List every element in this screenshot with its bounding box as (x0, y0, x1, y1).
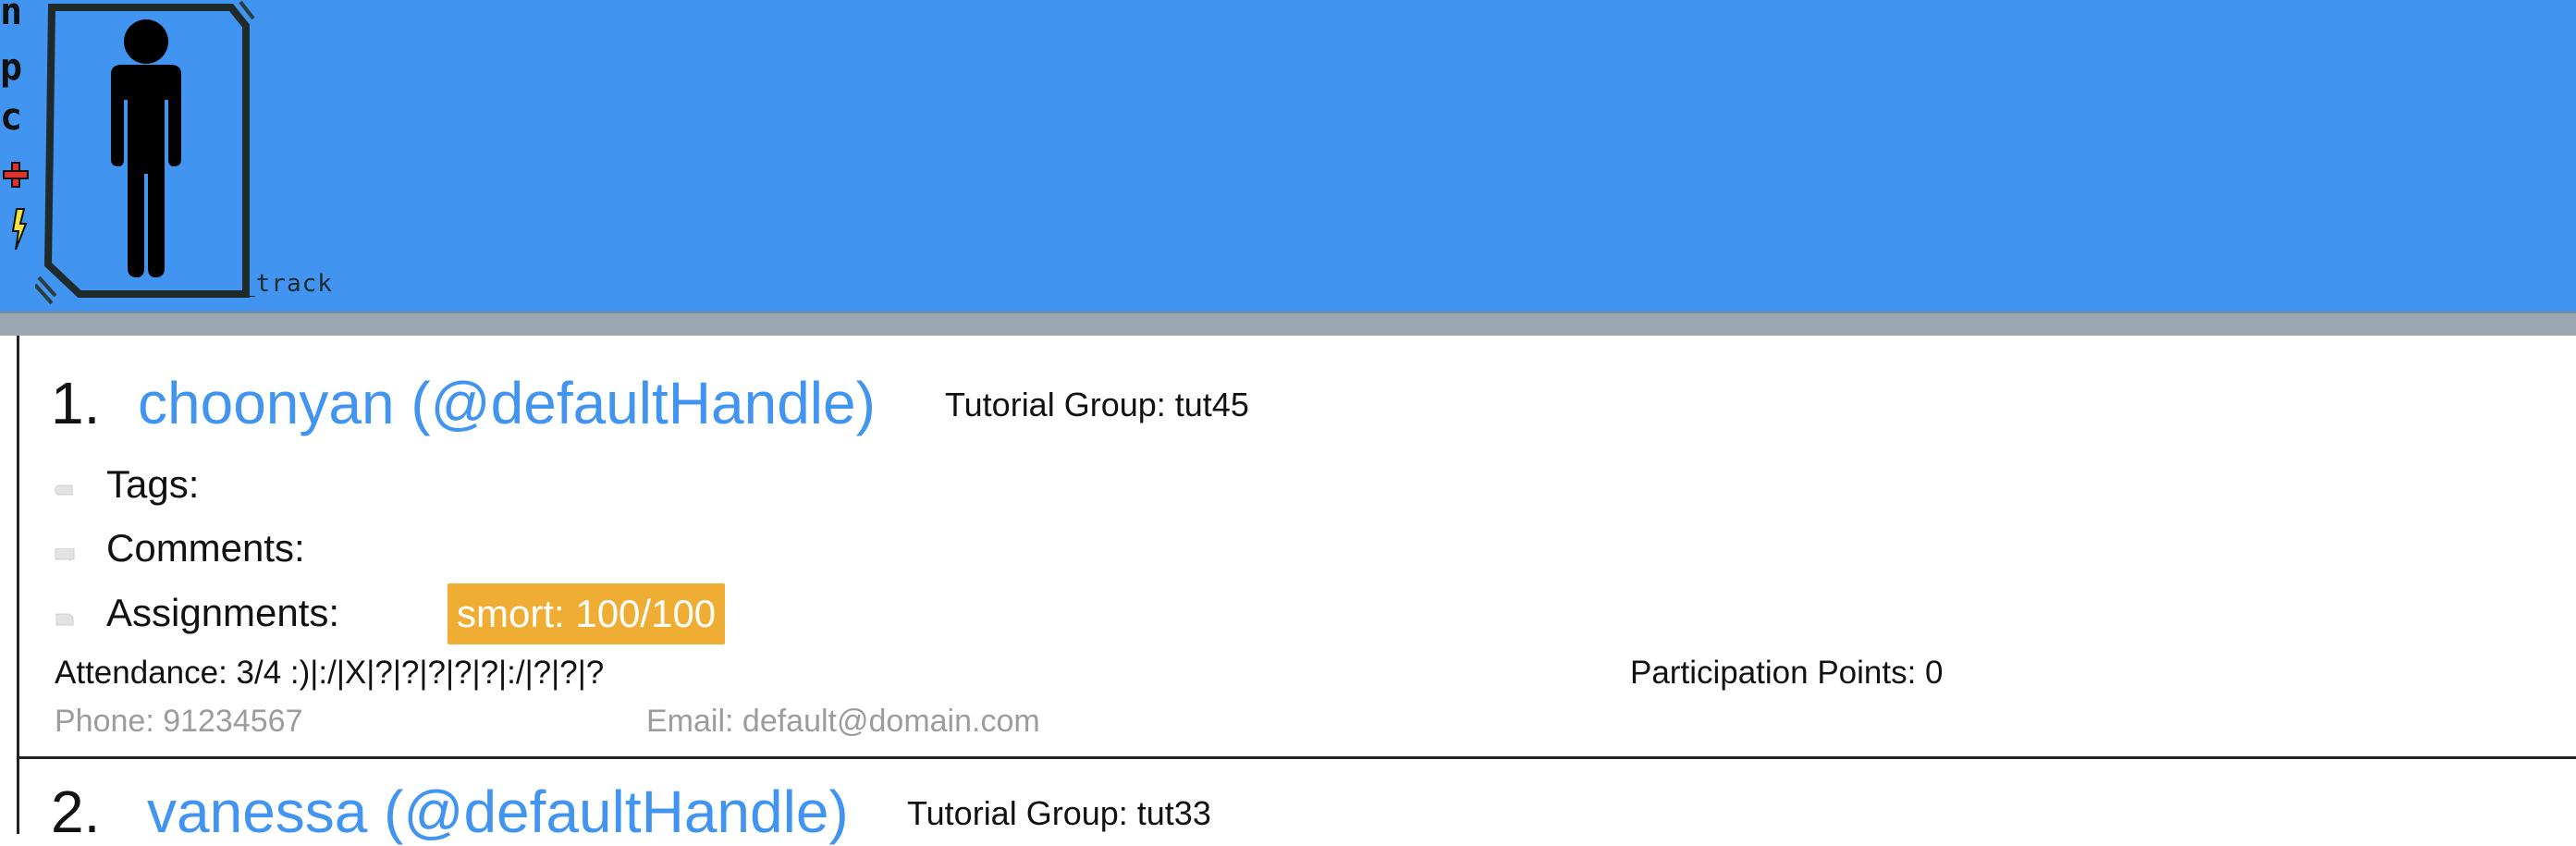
person-name: choonyan (@defaultHandle) (138, 370, 876, 436)
assignment-icon (55, 613, 74, 626)
tags-label: Tags: (106, 462, 200, 506)
lightning-icon (11, 208, 28, 251)
person-logo-icon (35, 0, 255, 305)
person-list[interactable]: 1. choonyan (@defaultHandle) Tutorial Gr… (17, 336, 2576, 845)
logo-letter-c: c (0, 96, 22, 139)
logo-letter-p: p (0, 46, 22, 89)
assignment-badge: smort: 100/100 (448, 583, 726, 644)
person-index: 2. (51, 779, 101, 845)
person-name: vanessa (@defaultHandle) (147, 779, 849, 845)
app-header: n p c _track (0, 0, 2576, 312)
assignments-label: Assignments: (106, 591, 340, 634)
participation-points: Participation Points: 0 (1630, 655, 1944, 691)
person-index: 1. (51, 370, 101, 436)
person-card[interactable]: 1. choonyan (@defaultHandle) Tutorial Gr… (19, 336, 2576, 759)
tutorial-group: Tutorial Group: tut33 (907, 794, 1211, 832)
phone-text: Phone: 91234567 (55, 704, 303, 739)
logo-track-text: _track (240, 270, 333, 298)
comments-label: Comments: (106, 526, 305, 570)
header-divider (0, 312, 2576, 336)
logo-letter-n: n (0, 0, 22, 33)
logo-letters: n p c (0, 0, 29, 251)
person-card[interactable]: 2. vanessa (@defaultHandle) Tutorial Gro… (19, 759, 2576, 845)
comment-icon (55, 548, 75, 561)
red-cross-icon (3, 162, 29, 188)
email-text: Email: default@domain.com (646, 704, 1040, 739)
tutorial-group: Tutorial Group: tut45 (945, 386, 1249, 423)
attendance-text: Attendance: 3/4 :)|:/|X|?|?|?|?|?|:/|?|?… (55, 655, 605, 691)
tag-icon (55, 484, 73, 496)
